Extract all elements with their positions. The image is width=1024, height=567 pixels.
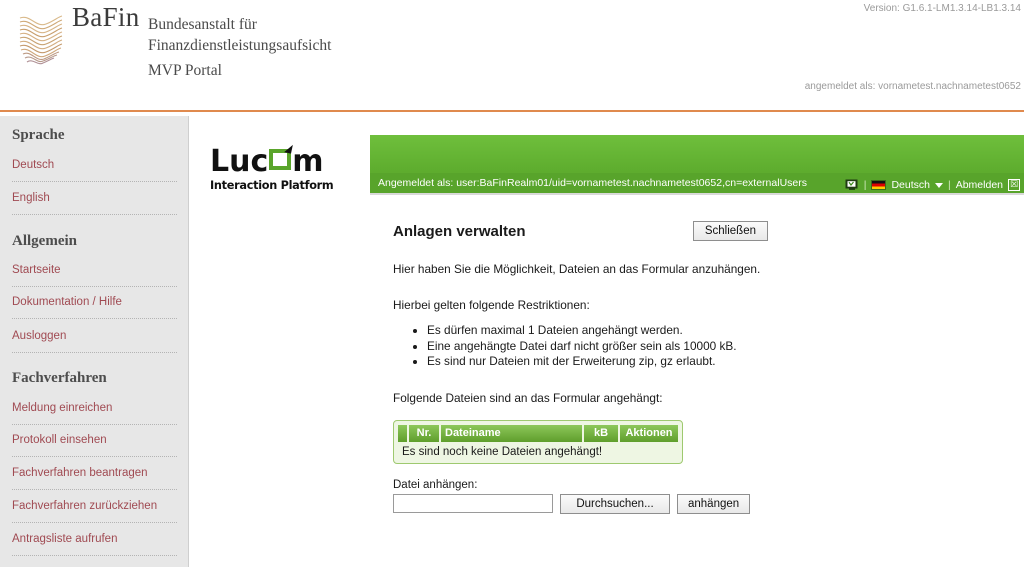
sidebar-divider	[12, 489, 177, 490]
sidebar-divider	[12, 522, 177, 523]
app-green-bar-strip: Angemeldet als: user:BaFinRealm01/uid=vo…	[370, 173, 1024, 193]
table-header-nr: Nr.	[409, 424, 439, 442]
sidebar-divider	[12, 214, 177, 215]
attached-files-intro: Folgende Dateien sind an das Formular an…	[393, 390, 663, 405]
restrictions-intro-text: Hierbei gelten folgende Restriktionen:	[393, 298, 590, 312]
green-bar-actions: | Deutsch | Abmelden ☒	[845, 179, 1020, 191]
sidebar-item-protokoll-einsehen[interactable]: Protokoll einsehen	[0, 433, 107, 447]
attachments-panel: Anlagen verwalten Schließen Hier haben S…	[393, 221, 953, 514]
attach-button[interactable]: anhängen	[677, 493, 751, 514]
language-label[interactable]: Deutsch	[891, 179, 930, 191]
brand-name: BaFin	[72, 2, 140, 32]
attachments-table-header: Nr. Dateiname kB Aktionen	[398, 424, 678, 442]
restriction-item: Es sind nur Dateien mit der Erweiterung …	[427, 354, 953, 370]
lucom-word-right: m	[292, 144, 324, 179]
monitor-icon[interactable]	[845, 179, 859, 191]
sidebar-divider	[12, 555, 177, 556]
sidebar-item-deutsch[interactable]: Deutsch	[0, 158, 54, 172]
table-header-kb: kB	[584, 424, 618, 442]
brand-subtitle-line2: Finanzdienstleistungsaufsicht	[148, 37, 332, 54]
panel-header: Anlagen verwalten Schließen	[393, 221, 768, 241]
lucom-arrow-icon	[269, 149, 292, 170]
lucom-logo: Luc m Interaction Platform	[210, 147, 340, 193]
table-header-spacer	[398, 424, 407, 442]
site-header: BaFin Bundesanstalt für Finanzdienstleis…	[0, 0, 1024, 110]
sidebar-item-english[interactable]: English	[0, 191, 50, 205]
sidebar-item-startseite[interactable]: Startseite	[0, 263, 61, 277]
table-header-dateiname: Dateiname	[441, 424, 582, 442]
brand-subtitle-line1: Bundesanstalt für	[148, 16, 257, 33]
browse-button[interactable]: Durchsuchen...	[560, 493, 670, 514]
sidebar-item-fachverfahren-zurueckziehen[interactable]: Fachverfahren zurückziehen	[0, 499, 157, 513]
close-icon[interactable]: ☒	[1008, 179, 1020, 191]
sidebar: Sprache Deutsch English Allgemein Starts…	[0, 116, 189, 567]
page-root: BaFin Bundesanstalt für Finanzdienstleis…	[0, 0, 1024, 567]
page-title: Anlagen verwalten	[393, 222, 526, 240]
sidebar-item-meldung-einreichen[interactable]: Meldung einreichen	[0, 401, 112, 415]
bafin-wave-logo-icon	[14, 12, 68, 70]
lucom-tagline: Interaction Platform	[210, 179, 334, 192]
green-bar-separator-1: |	[863, 179, 867, 191]
restriction-item: Es dürfen maximal 1 Dateien angehängt we…	[427, 323, 953, 339]
main-content: Luc m Interaction Platform Angemeldet als…	[190, 116, 1024, 567]
close-button[interactable]: Schließen	[692, 221, 768, 241]
logged-in-label: angemeldet als: vornametest.nachnametest…	[804, 81, 1021, 92]
header-divider	[0, 110, 1024, 112]
restrictions-list: Es dürfen maximal 1 Dateien angehängt we…	[393, 323, 953, 370]
sidebar-divider	[12, 318, 177, 319]
sidebar-item-fachverfahren-beantragen[interactable]: Fachverfahren beantragen	[0, 466, 148, 480]
lucom-wordmark: Luc m	[210, 147, 340, 178]
sidebar-group-title-allgemein: Allgemein	[12, 233, 77, 249]
sidebar-divider	[12, 424, 177, 425]
sidebar-divider	[12, 181, 177, 182]
restriction-item: Eine angehängte Datei darf nicht größer …	[427, 339, 953, 355]
sidebar-divider	[12, 286, 177, 287]
logout-link[interactable]: Abmelden	[956, 179, 1003, 191]
sidebar-group-title-fachverfahren: Fachverfahren	[12, 370, 107, 386]
sidebar-divider	[12, 456, 177, 457]
chevron-down-icon[interactable]	[934, 182, 943, 188]
portal-name: MVP Portal	[148, 62, 222, 79]
upload-label: Datei anhängen:	[393, 478, 478, 491]
app-green-bar: Angemeldet als: user:BaFinRealm01/uid=vo…	[370, 135, 1024, 195]
green-bar-user-label: Angemeldet als: user:BaFinRealm01/uid=vo…	[378, 177, 807, 189]
sidebar-item-ausloggen[interactable]: Ausloggen	[0, 329, 66, 343]
panel-intro-text: Hier haben Sie die Möglichkeit, Dateien …	[393, 262, 761, 276]
green-bar-separator-2: |	[947, 179, 951, 191]
attachments-table: Nr. Dateiname kB Aktionen Es sind noch k…	[393, 419, 683, 464]
upload-row: Durchsuchen... anhängen	[393, 493, 953, 514]
german-flag-icon	[871, 180, 887, 190]
sidebar-item-antragsliste-aufrufen[interactable]: Antragsliste aufrufen	[0, 532, 117, 546]
table-header-aktionen: Aktionen	[620, 424, 678, 442]
sidebar-divider	[12, 352, 177, 353]
attachments-empty-message: Es sind noch keine Dateien angehängt!	[402, 445, 603, 458]
brand-subtitle: Bundesanstalt für Finanzdienstleistungsa…	[148, 14, 488, 56]
file-path-input[interactable]	[393, 494, 553, 513]
lucom-word-left: Luc	[210, 144, 269, 179]
sidebar-group-title-sprache: Sprache	[12, 127, 65, 143]
sidebar-item-dokumentation-hilfe[interactable]: Dokumentation / Hilfe	[0, 295, 122, 309]
version-label: Version: G1.6.1-LM1.3.14-LB1.3.14	[863, 3, 1021, 14]
